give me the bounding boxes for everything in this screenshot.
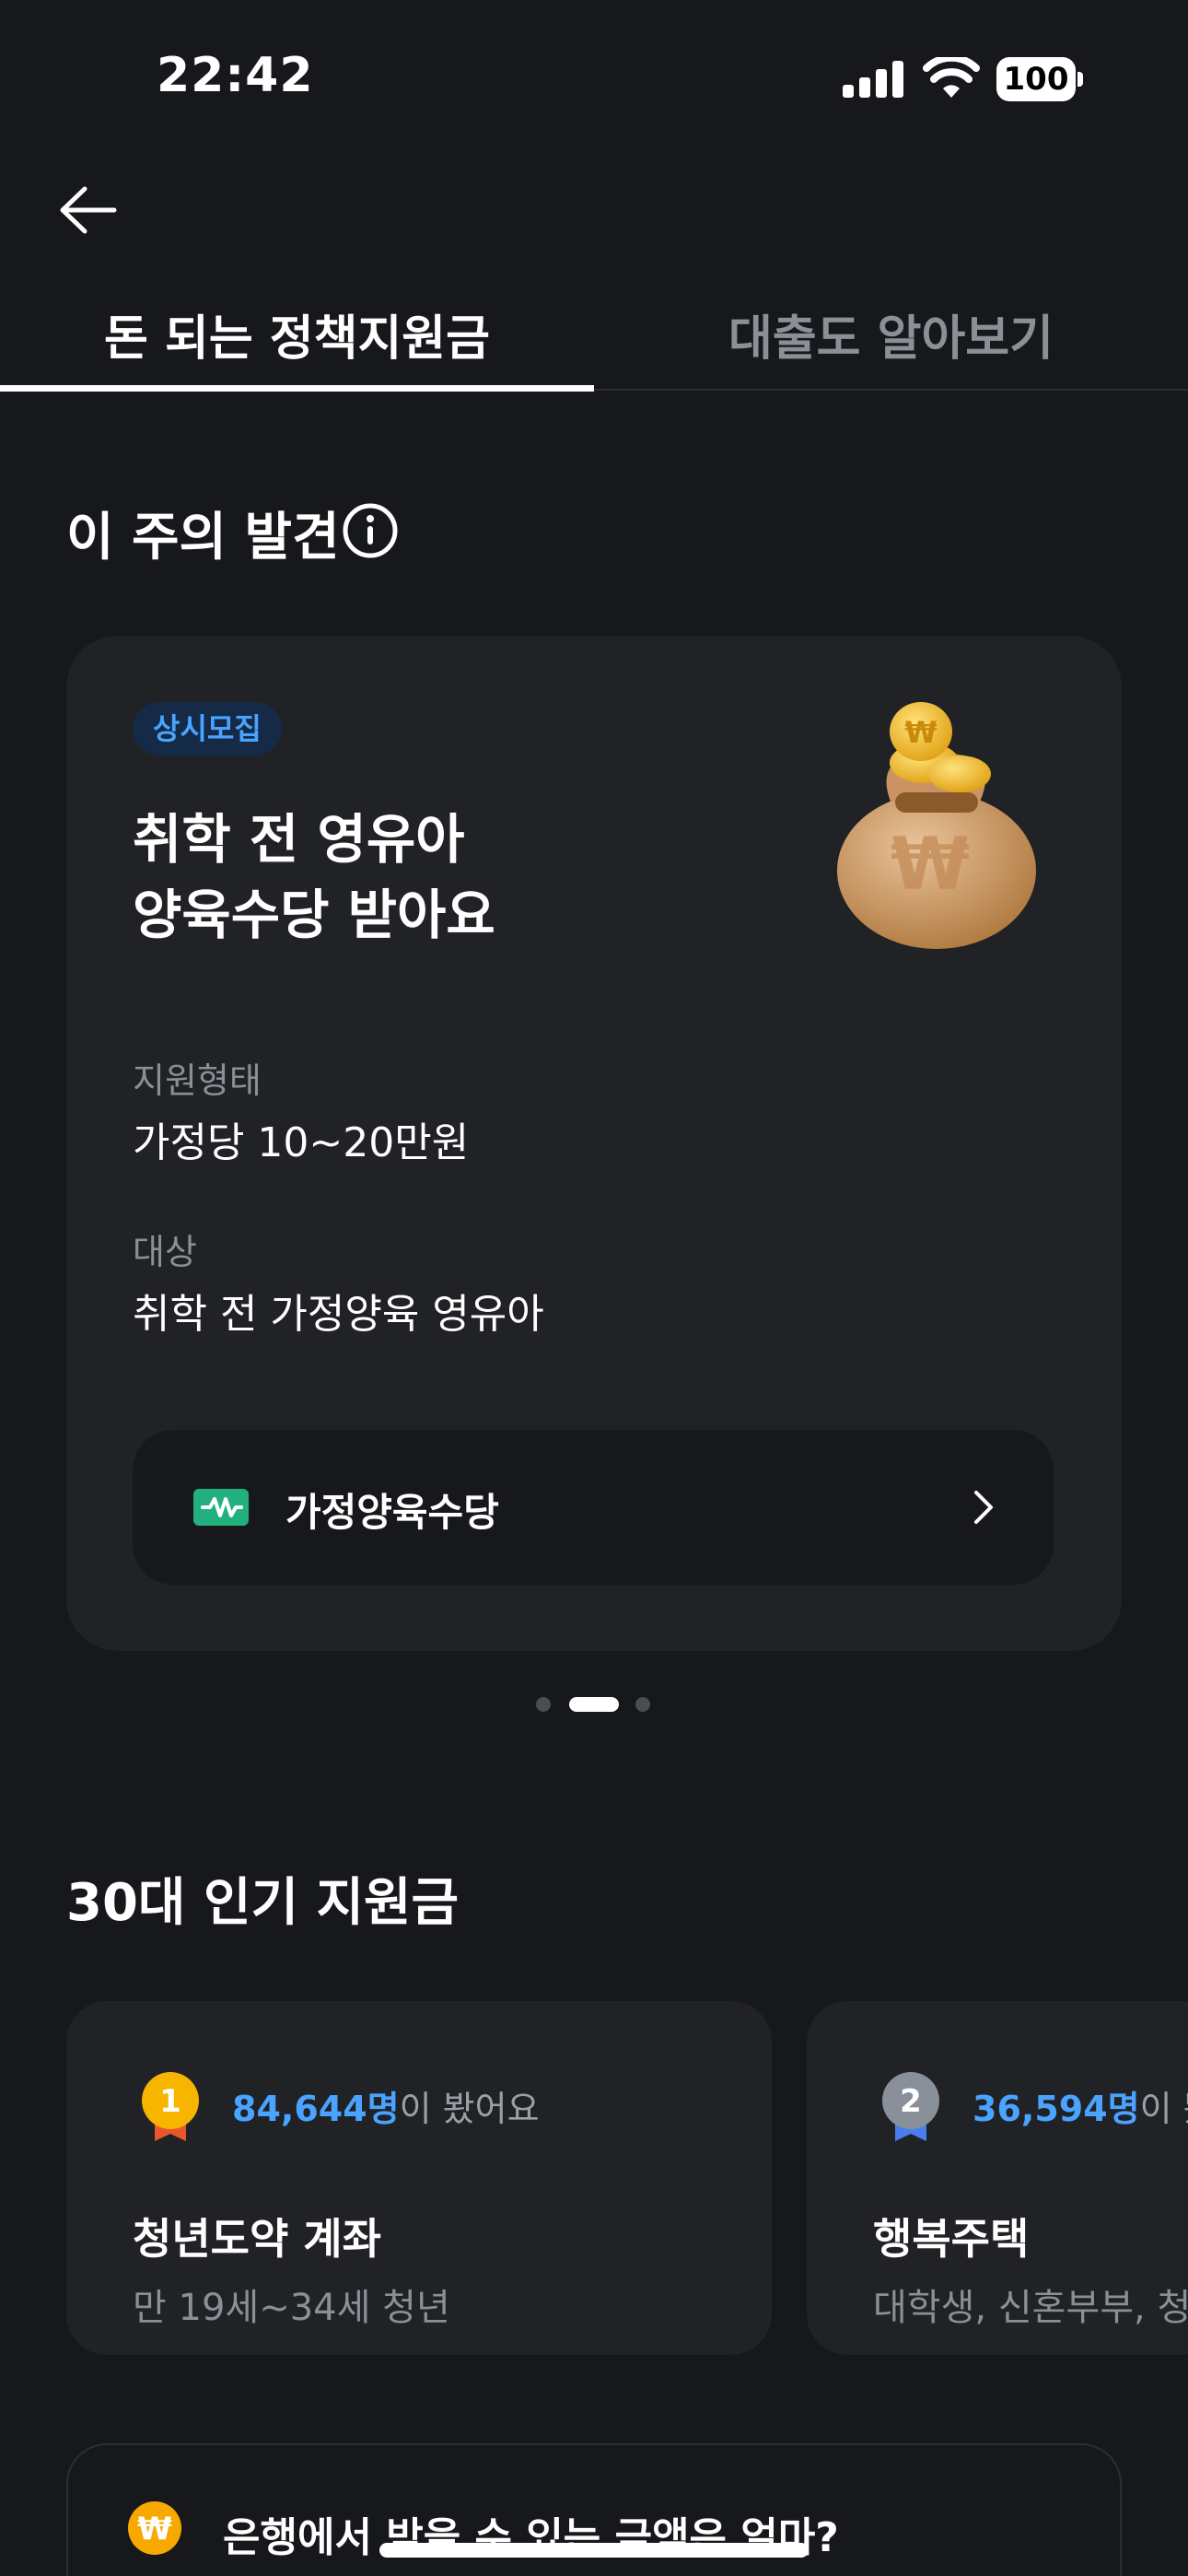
- pager-dot[interactable]: [635, 1697, 650, 1712]
- tab-label: 대출도 알아보기: [728, 310, 1054, 367]
- program-logo-icon: [193, 1489, 249, 1526]
- battery-icon: 100: [996, 57, 1083, 101]
- active-tab-indicator: [0, 385, 594, 392]
- popular-item-target: 대학생, 신혼부부, 청년: [873, 2287, 1188, 2329]
- back-button[interactable]: [52, 173, 125, 247]
- support-type-value: 가정당 10~20만원: [133, 1119, 470, 1166]
- target-label: 대상: [133, 1232, 197, 1272]
- svg-text:₩: ₩: [891, 824, 970, 907]
- view-count-number: 84,644명: [232, 2089, 400, 2129]
- app-screen: 22:42 100 돈 되는 정책지원금 대출도 알아보기 이 주의 발견 상시…: [0, 0, 1188, 2576]
- money-bag-icon: ₩ ₩: [837, 702, 1036, 949]
- popular-card-2[interactable]: 2 36,594명이 봤어요 행복주택 대학생, 신혼부부, 청년: [807, 2001, 1188, 2355]
- tab-policy-support[interactable]: 돈 되는 정책지원금: [0, 276, 594, 391]
- popular-item-title: 행복주택: [873, 2214, 1030, 2264]
- chevron-right-icon: [974, 1491, 993, 1524]
- view-count: 36,594명이 봤어요: [973, 2080, 1188, 2131]
- target-value: 취학 전 가정양육 영유아: [133, 1291, 544, 1338]
- popular-card-1[interactable]: 1 84,644명이 봤어요 청년도약 계좌 만 19세~34세 청년: [66, 2001, 772, 2355]
- arrow-left-icon: [60, 186, 117, 234]
- tab-bar: 돈 되는 정책지원금 대출도 알아보기: [0, 276, 1188, 392]
- card-title: 취학 전 영유아 양육수당 받아요: [133, 802, 777, 953]
- info-icon[interactable]: [341, 501, 400, 560]
- program-link[interactable]: 가정양육수당: [133, 1430, 1054, 1585]
- signal-icon: [843, 61, 903, 98]
- pager-dot[interactable]: [536, 1697, 551, 1712]
- rank-number: 1: [159, 2083, 181, 2120]
- section-title-popular: 30대 인기 지원금: [66, 1873, 460, 1933]
- card-title-line1: 취학 전 영유아: [133, 808, 465, 871]
- status-bar: 22:42 100: [0, 0, 1188, 157]
- silver-medal-icon: 2: [882, 2072, 939, 2141]
- section-title-weekly: 이 주의 발견: [66, 508, 340, 568]
- battery-level: 100: [1003, 61, 1069, 98]
- popular-item-title: 청년도약 계좌: [133, 2214, 381, 2264]
- won-coin-icon: ₩: [128, 2501, 181, 2555]
- program-name: 가정양육수당: [285, 1490, 499, 1535]
- pager-dot-active[interactable]: [569, 1697, 619, 1712]
- popular-item-target: 만 19세~34세 청년: [133, 2287, 450, 2329]
- status-badge: 상시모집: [133, 702, 282, 755]
- wifi-icon: [923, 57, 980, 98]
- carousel-pager: [0, 1693, 1188, 1715]
- rank-number: 2: [900, 2083, 922, 2120]
- home-indicator[interactable]: [379, 2543, 809, 2558]
- view-count-number: 36,594명: [973, 2089, 1140, 2129]
- support-type-label: 지원형태: [133, 1060, 262, 1101]
- card-title-line2: 양육수당 받아요: [133, 884, 495, 946]
- view-count: 84,644명이 봤어요: [232, 2080, 540, 2131]
- tab-loans[interactable]: 대출도 알아보기: [594, 276, 1188, 391]
- gold-medal-icon: 1: [142, 2072, 199, 2141]
- svg-text:₩: ₩: [137, 2511, 172, 2547]
- featured-policy-card[interactable]: 상시모집 취학 전 영유아 양육수당 받아요 ₩ ₩ 지원형태 가정당 10~2…: [66, 636, 1122, 1651]
- svg-text:₩: ₩: [904, 715, 937, 750]
- view-count-suffix: 이 봤어요: [1139, 2089, 1188, 2129]
- view-count-suffix: 이 봤어요: [399, 2089, 540, 2129]
- tab-label: 돈 되는 정책지원금: [104, 310, 490, 367]
- status-time: 22:42: [157, 48, 314, 103]
